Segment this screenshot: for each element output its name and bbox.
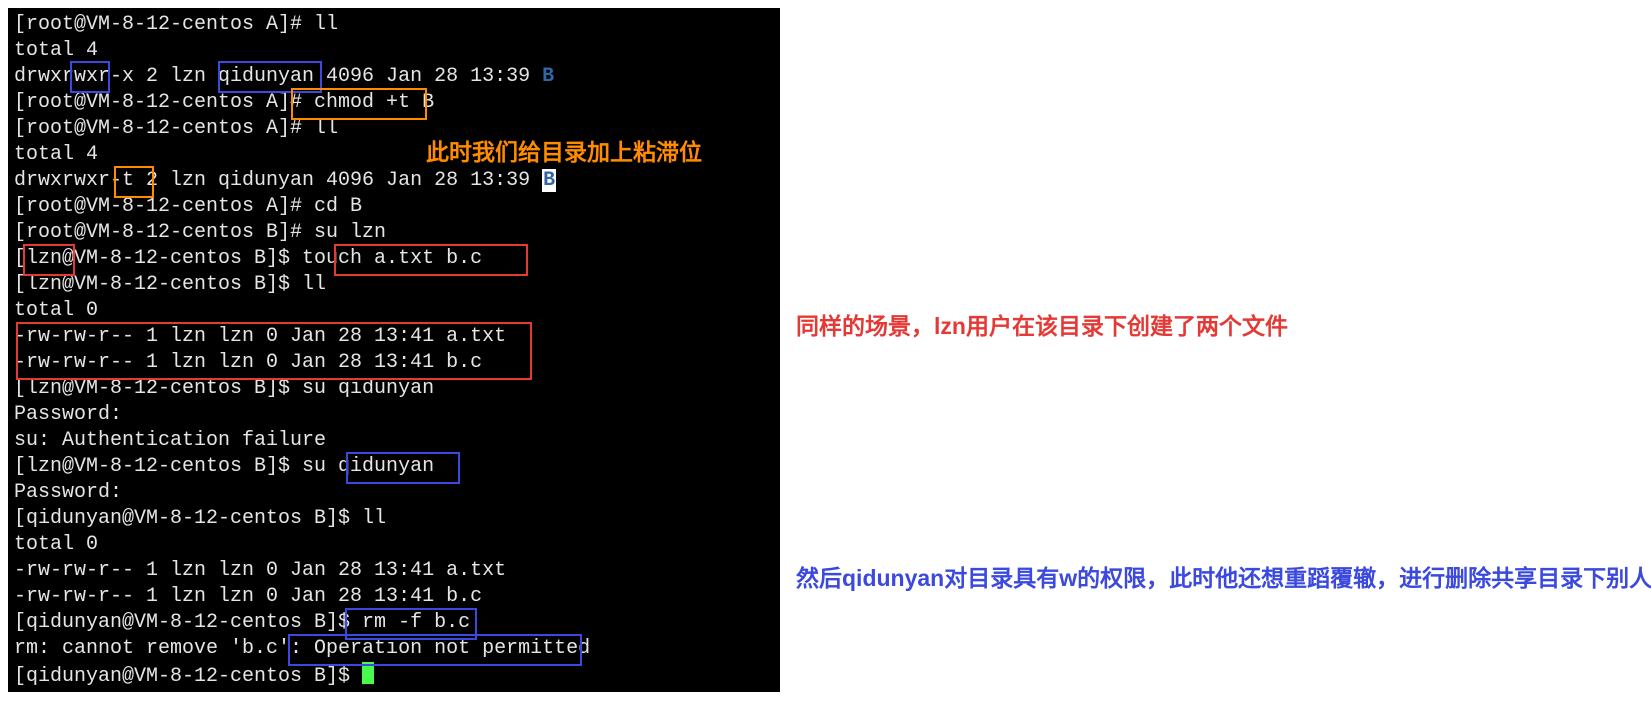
terminal-line: Password: — [14, 402, 774, 428]
terminal-line: [lzn@VM-8-12-centos B]$ ll — [14, 272, 774, 298]
terminal-text: -rw-rw-r-- 1 lzn lzn 0 Jan 28 13:41 a.tx… — [14, 559, 506, 582]
terminal-text: Password: — [14, 481, 122, 504]
terminal-text: -rw-rw-r-- 1 lzn lzn 0 Jan 28 13:41 a.tx… — [14, 325, 506, 348]
terminal-line: drwxrwxr-t 2 lzn qidunyan 4096 Jan 28 13… — [14, 168, 774, 194]
terminal-text: drwxrwxr-x 2 lzn qidunyan 4096 Jan 28 13… — [14, 65, 542, 88]
terminal-text: [qidunyan@VM-8-12-centos B]$ ll — [14, 507, 386, 530]
terminal[interactable]: [root@VM-8-12-centos A]# ll total 4 drwxrw… — [8, 8, 780, 692]
terminal-text: [root@VM-8-12-centos A]# chmod +t B — [14, 91, 434, 114]
terminal-text: [lzn@VM-8-12-centos B]$ touch a.txt b.c — [14, 247, 482, 270]
terminal-line: su: Authentication failure — [14, 428, 774, 454]
terminal-line: [lzn@VM-8-12-centos B]$ touch a.txt b.c — [14, 246, 774, 272]
terminal-line: [root@VM-8-12-centos A]# cd B — [14, 194, 774, 220]
annotation-create-files: 同样的场景，lzn用户在该目录下创建了两个文件 — [796, 308, 1288, 344]
terminal-line: -rw-rw-r-- 1 lzn lzn 0 Jan 28 13:41 a.tx… — [14, 558, 774, 584]
terminal-line: [root@VM-8-12-centos A]# chmod +t B — [14, 90, 774, 116]
terminal-line: -rw-rw-r-- 1 lzn lzn 0 Jan 28 13:41 a.tx… — [14, 324, 774, 350]
terminal-line: drwxrwxr-x 2 lzn qidunyan 4096 Jan 28 13… — [14, 64, 774, 90]
terminal-line: -rw-rw-r-- 1 lzn lzn 0 Jan 28 13:41 b.c — [14, 350, 774, 376]
terminal-line: [root@VM-8-12-centos B]# su lzn — [14, 220, 774, 246]
terminal-line: [qidunyan@VM-8-12-centos B]$ ll — [14, 506, 774, 532]
terminal-text: drwxrwxr-t 2 lzn qidunyan 4096 Jan 28 13… — [14, 169, 542, 192]
terminal-line: [qidunyan@VM-8-12-centos B]$ rm -f b.c — [14, 610, 774, 636]
terminal-text: Password: — [14, 403, 122, 426]
terminal-text: total 4 — [14, 39, 98, 62]
terminal-line: total 4 — [14, 38, 774, 64]
terminal-line: total 0 — [14, 532, 774, 558]
terminal-text: total 4 — [14, 143, 98, 166]
terminal-line: rm: cannot remove 'b.c': Operation not p… — [14, 636, 774, 662]
terminal-text: [root@VM-8-12-centos A]# ll — [14, 117, 338, 140]
terminal-text: [lzn@VM-8-12-centos B]$ su qidunyan — [14, 377, 434, 400]
terminal-text: su: Authentication failure — [14, 429, 326, 452]
terminal-text: [lzn@VM-8-12-centos B]$ ll — [14, 273, 326, 296]
terminal-line: [root@VM-8-12-centos A]# ll — [14, 12, 774, 38]
terminal-line: Password: — [14, 480, 774, 506]
terminal-text: -rw-rw-r-- 1 lzn lzn 0 Jan 28 13:41 b.c — [14, 351, 482, 374]
terminal-text: B — [542, 169, 556, 192]
terminal-line: [lzn@VM-8-12-centos B]$ su qidunyan — [14, 376, 774, 402]
annotation-sticky-bit: 此时我们给目录加上粘滞位 — [426, 134, 702, 170]
terminal-text: total 0 — [14, 533, 98, 556]
cursor — [362, 662, 374, 684]
terminal-text: [qidunyan@VM-8-12-centos B]$ rm -f b.c — [14, 611, 470, 634]
terminal-text: [root@VM-8-12-centos B]# su lzn — [14, 221, 386, 244]
terminal-line: -rw-rw-r-- 1 lzn lzn 0 Jan 28 13:41 b.c — [14, 584, 774, 610]
terminal-text: [root@VM-8-12-centos A]# cd B — [14, 195, 362, 218]
terminal-text: [qidunyan@VM-8-12-centos B]$ — [14, 665, 362, 688]
terminal-text: rm: cannot remove 'b.c': Operation not p… — [14, 637, 590, 660]
terminal-text: [lzn@VM-8-12-centos B]$ su qidunyan — [14, 455, 434, 478]
terminal-text: B — [542, 65, 554, 88]
terminal-line: [lzn@VM-8-12-centos B]$ su qidunyan — [14, 454, 774, 480]
annotation-cannot-delete: 然后qidunyan对目录具有w的权限，此时他还想重蹈覆辙，进行删除共享目录下别… — [796, 560, 1651, 596]
terminal-line: total 0 — [14, 298, 774, 324]
terminal-text: total 0 — [14, 299, 98, 322]
terminal-line: [qidunyan@VM-8-12-centos B]$ — [14, 662, 774, 688]
terminal-text: -rw-rw-r-- 1 lzn lzn 0 Jan 28 13:41 b.c — [14, 585, 482, 608]
terminal-text: [root@VM-8-12-centos A]# ll — [14, 13, 338, 36]
